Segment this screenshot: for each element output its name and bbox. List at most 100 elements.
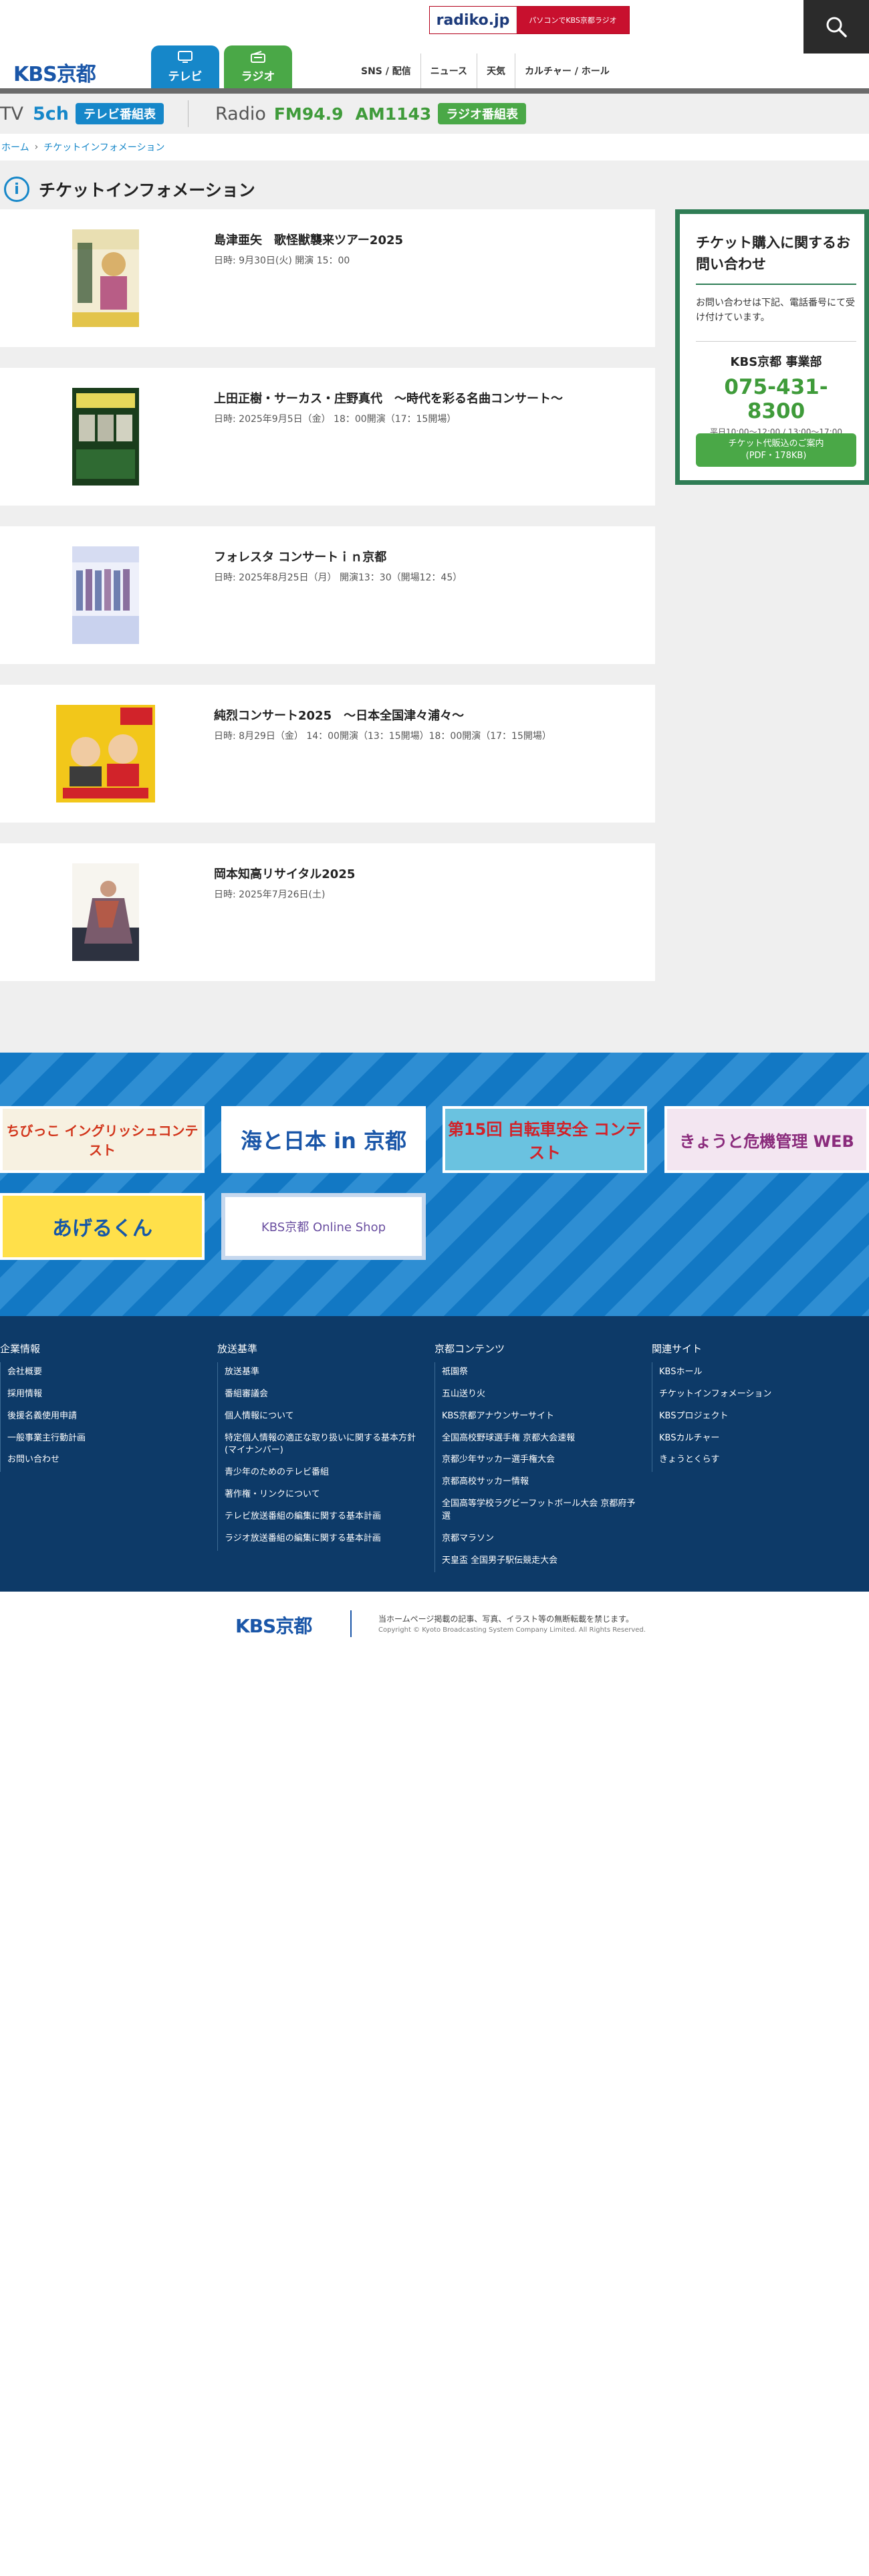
event-thumbnail	[72, 863, 139, 961]
inquiry-title: チケット購入に関するお問い合わせ	[696, 235, 850, 272]
radiko-banner[interactable]: radiko.jp パソコンでKBS京都ラジオ	[429, 6, 630, 34]
radio-icon	[251, 50, 265, 63]
footer-copyright: Copyright © Kyoto Broadcasting System Co…	[378, 1626, 646, 1634]
footer-logo[interactable]: KBS京都	[235, 1612, 312, 1638]
footer-link[interactable]: 個人情報について	[225, 1406, 418, 1428]
breadcrumb-home[interactable]: ホーム	[1, 140, 29, 154]
event-date: 日時: 8月29日（金） 14：00開演（13：15開場）18：00開演（17：…	[214, 731, 551, 742]
event-title[interactable]: 島津亜矢 歌怪獣襲来ツアー2025	[214, 231, 403, 248]
inquiry-text: お問い合わせは下記、電話番号にて受け付けています。	[696, 298, 855, 324]
banner-english-contest[interactable]: ちびっこ イングリッシュコンテスト	[0, 1106, 205, 1173]
event-card[interactable]: 上田正樹・サーカス・庄野真代 ～時代を彩る名曲コンサート～ 日時: 2025年9…	[0, 368, 655, 506]
footer-link[interactable]: KBS京都アナウンサーサイト	[442, 1406, 636, 1428]
banner-agerukun[interactable]: あげるくん	[0, 1193, 205, 1260]
footer-link[interactable]: 番組審議会	[225, 1384, 418, 1406]
event-date: 日時: 2025年8月25日（月） 開演13：30（開場12：45）	[214, 572, 463, 583]
tv-label: TV	[0, 103, 23, 124]
footer-link[interactable]: 会社概要	[7, 1362, 201, 1384]
footer-link[interactable]: 後援名義使用申請	[7, 1406, 201, 1428]
breadcrumb: ホーム › チケットインフォメーション	[0, 134, 869, 160]
event-title[interactable]: 上田正樹・サーカス・庄野真代 ～時代を彩る名曲コンサート～	[214, 389, 563, 407]
event-title[interactable]: 岡本知高リサイタル2025	[214, 865, 355, 882]
global-nav: SNS / 配信 ニュース 天気 カルチャー / ホール	[352, 53, 619, 88]
ticket-guide-size: (PDF・178KB)	[745, 451, 807, 461]
footer-link[interactable]: 京都高校サッカー情報	[442, 1472, 636, 1494]
event-thumbnail	[72, 388, 139, 486]
banner-text: 第15回 自転車安全 コンテスト	[447, 1120, 642, 1162]
footer-list: 放送基準 番組審議会 個人情報について 特定個人情報の適正な取り扱いに関する基本…	[217, 1362, 424, 1551]
info-icon: i	[4, 177, 29, 202]
footer-link[interactable]: KBSホール	[659, 1362, 853, 1384]
site-logo[interactable]: KBS京都	[13, 58, 96, 87]
footer-link[interactable]: 全国高校野球選手権 京都大会速報	[442, 1428, 636, 1451]
footer-link[interactable]: テレビ放送番組の編集に関する基本計画	[225, 1507, 418, 1529]
footer-link[interactable]: 天皇盃 全国男子駅伝競走大会	[442, 1551, 636, 1573]
page-title-text: チケットインフォメーション	[39, 181, 255, 200]
banner-area: ちびっこ イングリッシュコンテスト 海と日本 in 京都 第15回 自転車安全 …	[0, 1053, 869, 1316]
footer-link[interactable]: 五山送り火	[442, 1384, 636, 1406]
footer-link[interactable]: 一般事業主行動計画	[7, 1428, 201, 1451]
tab-radio[interactable]: ラジオ	[224, 45, 292, 88]
inquiry-phone[interactable]: 075-431-8300	[696, 375, 856, 423]
banner-online-shop[interactable]: KBS京都 Online Shop	[221, 1193, 426, 1260]
gnav-culture[interactable]: カルチャー / ホール	[515, 53, 619, 88]
footer-heading[interactable]: 企業情報	[0, 1341, 207, 1356]
banner-bicycle-contest[interactable]: 第15回 自転車安全 コンテスト	[443, 1106, 647, 1173]
radio-guide-button[interactable]: ラジオ番組表	[438, 103, 526, 124]
am-frequency: AM1143	[355, 104, 432, 124]
ticket-guide-pdf-button[interactable]: チケット代販込のご案内 (PDF・178KB)	[696, 433, 856, 467]
gnav-news[interactable]: ニュース	[421, 53, 478, 88]
search-button[interactable]	[803, 0, 869, 53]
inquiry-department: KBS京都 事業部	[730, 355, 822, 369]
footer-link[interactable]: きょうとくらす	[659, 1450, 853, 1472]
chevron-right-icon: ›	[34, 142, 39, 152]
event-date: 日時: 2025年7月26日(土)	[214, 889, 326, 900]
event-card[interactable]: 岡本知高リサイタル2025 日時: 2025年7月26日(土)	[0, 843, 655, 981]
breadcrumb-current: チケットインフォメーション	[43, 142, 165, 153]
fm-frequency: FM94.9	[273, 104, 344, 124]
banner-kyoto-crisis-web[interactable]: きょうと危機管理 WEB	[664, 1106, 869, 1173]
channel-divider	[187, 100, 189, 127]
event-card[interactable]: フォレスタ コンサートｉｎ京都 日時: 2025年8月25日（月） 開演13：3…	[0, 526, 655, 664]
footer-link[interactable]: チケットインフォメーション	[659, 1384, 853, 1406]
footer-list: 祇園祭 五山送り火 KBS京都アナウンサーサイト 全国高校野球選手権 京都大会速…	[434, 1362, 642, 1573]
footer-link[interactable]: 青少年のためのテレビ番組	[225, 1463, 418, 1485]
gnav-sns[interactable]: SNS / 配信	[352, 53, 421, 88]
radio-label: Radio	[215, 103, 266, 124]
ticket-guide-label: チケット代販込のご案内	[728, 438, 824, 449]
footer-heading[interactable]: 京都コンテンツ	[434, 1341, 642, 1356]
event-date: 日時: 2025年9月5日（金） 18：00開演（17：15開場）	[214, 414, 457, 425]
footer-link[interactable]: 全国高等学校ラグビーフットボール大会 京都府予選	[442, 1494, 636, 1529]
banner-umi-to-nippon[interactable]: 海と日本 in 京都	[221, 1106, 426, 1173]
banner-text: きょうと危機管理 WEB	[679, 1132, 854, 1151]
event-title[interactable]: 純烈コンサート2025 ～日本全国津々浦々～	[214, 706, 464, 724]
event-card[interactable]: 島津亜矢 歌怪獣襲来ツアー2025 日時: 9月30日(火) 開演 15：00	[0, 209, 655, 347]
tab-tv-label: テレビ	[168, 70, 203, 84]
tv-guide-button[interactable]: テレビ番組表	[75, 103, 164, 124]
footer-link[interactable]: ラジオ放送番組の編集に関する基本計画	[225, 1529, 418, 1551]
footer-column-company: 企業情報 会社概要 採用情報 後援名義使用申請 一般事業主行動計画 お問い合わせ	[0, 1341, 207, 1473]
footer-link[interactable]: お問い合わせ	[7, 1450, 201, 1472]
radiko-logo: radiko.jp	[430, 7, 517, 33]
footer-link[interactable]: KBSプロジェクト	[659, 1406, 853, 1428]
tab-tv[interactable]: テレビ	[151, 45, 219, 88]
footer-link[interactable]: 祇園祭	[442, 1362, 636, 1384]
footer-link[interactable]: 採用情報	[7, 1384, 201, 1406]
event-title[interactable]: フォレスタ コンサートｉｎ京都	[214, 548, 386, 565]
footer-link[interactable]: 京都マラソン	[442, 1529, 636, 1551]
inquiry-contact: KBS京都 事業部 075-431-8300 平日10:00〜12:00 / 1…	[696, 341, 856, 437]
footer-link[interactable]: 特定個人情報の適正な取り扱いに関する基本方針(マイナンバー)	[225, 1428, 418, 1463]
footer-heading[interactable]: 関連サイト	[652, 1341, 859, 1356]
footer-link[interactable]: KBSカルチャー	[659, 1428, 853, 1451]
footer-link[interactable]: 著作権・リンクについて	[225, 1485, 418, 1507]
tv-icon	[178, 50, 193, 63]
banner-text: あげるくん	[52, 1217, 152, 1241]
event-card[interactable]: 純烈コンサート2025 ～日本全国津々浦々～ 日時: 8月29日（金） 14：0…	[0, 685, 655, 823]
gnav-weather[interactable]: 天気	[477, 53, 516, 88]
footer-link[interactable]: 放送基準	[225, 1362, 418, 1384]
page-title: i チケットインフォメーション	[4, 177, 255, 202]
footer-heading[interactable]: 放送基準	[217, 1341, 424, 1356]
site-footer: KBS京都 当ホームページ掲載の記事、写真、イラスト等の無断転載を禁じます。 C…	[0, 1592, 869, 1656]
footer-link[interactable]: 京都少年サッカー選手権大会	[442, 1450, 636, 1472]
event-thumbnail	[72, 546, 139, 644]
